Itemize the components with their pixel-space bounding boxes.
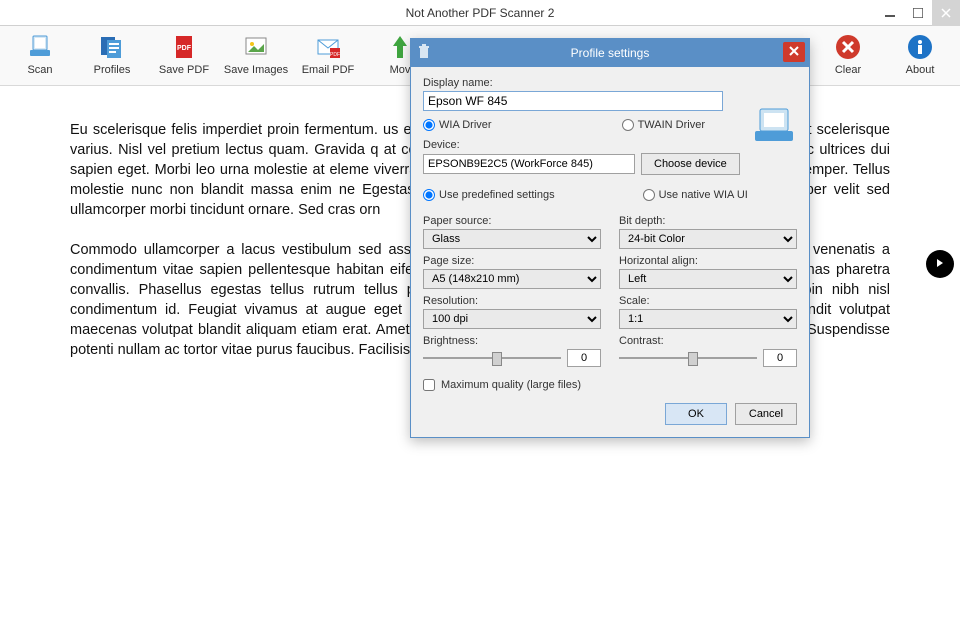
profiles-icon (96, 32, 128, 62)
maximize-button[interactable] (904, 0, 932, 26)
dialog-body: Display name: WIA Driver TWAIN Driver De… (411, 67, 809, 437)
ok-button[interactable]: OK (665, 403, 727, 425)
max-quality-checkbox[interactable] (423, 379, 435, 391)
scale-label: Scale: (619, 295, 797, 307)
scan-label: Scan (27, 64, 52, 76)
bit-depth-label: Bit depth: (619, 215, 797, 227)
contrast-slider[interactable] (619, 350, 757, 366)
close-window-button[interactable] (932, 0, 960, 26)
wia-driver-radio[interactable]: WIA Driver (423, 119, 492, 131)
device-input (423, 154, 635, 174)
profiles-button[interactable]: Profiles (76, 30, 148, 78)
twain-driver-label: TWAIN Driver (638, 119, 705, 131)
page-size-label: Page size: (423, 255, 601, 267)
profiles-label: Profiles (94, 64, 131, 76)
pdf-icon: PDF (168, 32, 200, 62)
cancel-button[interactable]: Cancel (735, 403, 797, 425)
native-label: Use native WIA UI (659, 189, 748, 201)
next-page-button[interactable] (926, 250, 954, 278)
dialog-close-button[interactable] (783, 42, 805, 62)
cross-circle-icon (832, 32, 864, 62)
window-buttons (876, 0, 960, 26)
info-circle-icon (904, 32, 936, 62)
save-images-label: Save Images (224, 64, 288, 76)
clear-button[interactable]: Clear (812, 30, 884, 78)
horizontal-align-select[interactable]: Left (619, 269, 797, 289)
max-quality-label: Maximum quality (large files) (441, 379, 581, 391)
native-wia-radio[interactable]: Use native WIA UI (643, 189, 748, 201)
svg-text:PDF: PDF (330, 52, 340, 58)
device-label: Device: (423, 139, 797, 151)
dialog-titlebar: Profile settings (411, 39, 809, 67)
about-label: About (906, 64, 935, 76)
move-label: Mov (390, 64, 411, 76)
predefined-settings-radio[interactable]: Use predefined settings (423, 189, 555, 201)
chevron-right-icon (935, 257, 945, 271)
clear-label: Clear (835, 64, 861, 76)
page-size-select[interactable]: A5 (148x210 mm) (423, 269, 601, 289)
minimize-button[interactable] (876, 0, 904, 26)
titlebar: Not Another PDF Scanner 2 (0, 0, 960, 26)
choose-device-button[interactable]: Choose device (641, 153, 740, 175)
scale-select[interactable]: 1:1 (619, 309, 797, 329)
resolution-select[interactable]: 100 dpi (423, 309, 601, 329)
display-name-input[interactable] (423, 91, 723, 111)
resolution-label: Resolution: (423, 295, 601, 307)
svg-text:PDF: PDF (177, 45, 192, 52)
save-pdf-button[interactable]: PDF Save PDF (148, 30, 220, 78)
brightness-label: Brightness: (423, 335, 601, 347)
contrast-label: Contrast: (619, 335, 797, 347)
scanner-icon (24, 32, 56, 62)
brightness-slider[interactable] (423, 350, 561, 366)
window-title: Not Another PDF Scanner 2 (406, 6, 555, 20)
save-pdf-label: Save PDF (159, 64, 209, 76)
contrast-value[interactable] (763, 349, 797, 367)
save-images-button[interactable]: Save Images (220, 30, 292, 78)
scanner-large-icon (751, 105, 797, 148)
scan-button[interactable]: Scan (4, 30, 76, 78)
predefined-label: Use predefined settings (439, 189, 555, 201)
brightness-value[interactable] (567, 349, 601, 367)
email-pdf-button[interactable]: PDF Email PDF (292, 30, 364, 78)
bit-depth-select[interactable]: 24-bit Color (619, 229, 797, 249)
paper-source-label: Paper source: (423, 215, 601, 227)
trash-icon (417, 44, 431, 63)
close-icon (789, 45, 799, 59)
image-icon (240, 32, 272, 62)
horizontal-align-label: Horizontal align: (619, 255, 797, 267)
profile-settings-dialog: Profile settings Display name: WIA Drive… (410, 38, 810, 438)
about-button[interactable]: About (884, 30, 956, 78)
email-icon: PDF (312, 32, 344, 62)
wia-driver-label: WIA Driver (439, 119, 492, 131)
display-name-label: Display name: (423, 77, 797, 89)
dialog-title: Profile settings (571, 46, 650, 60)
twain-driver-radio[interactable]: TWAIN Driver (622, 119, 705, 131)
email-pdf-label: Email PDF (302, 64, 355, 76)
paper-source-select[interactable]: Glass (423, 229, 601, 249)
